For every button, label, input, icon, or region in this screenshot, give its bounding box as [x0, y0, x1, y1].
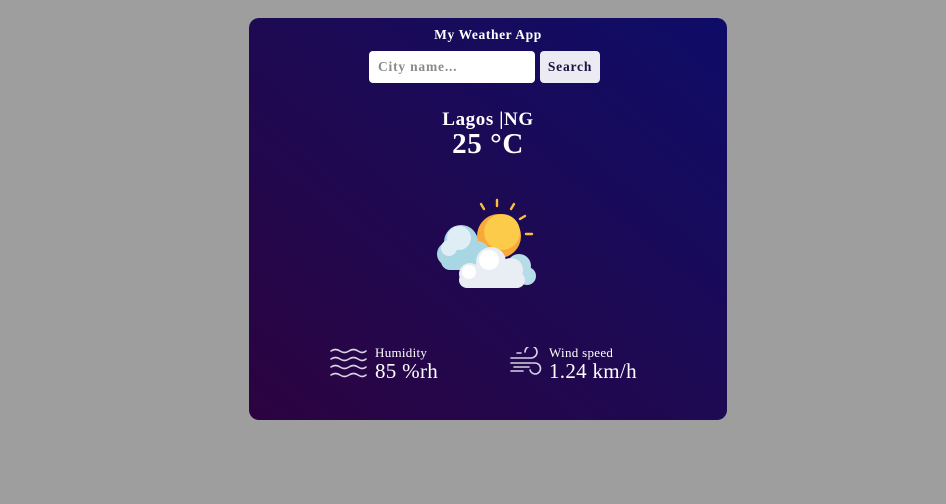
weather-card: My Weather App Search Lagos |NG 25 °C: [249, 18, 727, 420]
city-search-input[interactable]: [369, 51, 535, 83]
partly-cloudy-icon: [437, 198, 536, 288]
search-button[interactable]: Search: [540, 51, 600, 83]
temperature-value: 25 °C: [452, 128, 524, 160]
wind-value: 1.24 km/h: [549, 359, 637, 383]
wind-icon: [510, 347, 542, 375]
app-title: My Weather App: [434, 27, 542, 42]
humidity-waves-icon: [330, 348, 367, 378]
humidity-value: 85 %rh: [375, 359, 439, 383]
